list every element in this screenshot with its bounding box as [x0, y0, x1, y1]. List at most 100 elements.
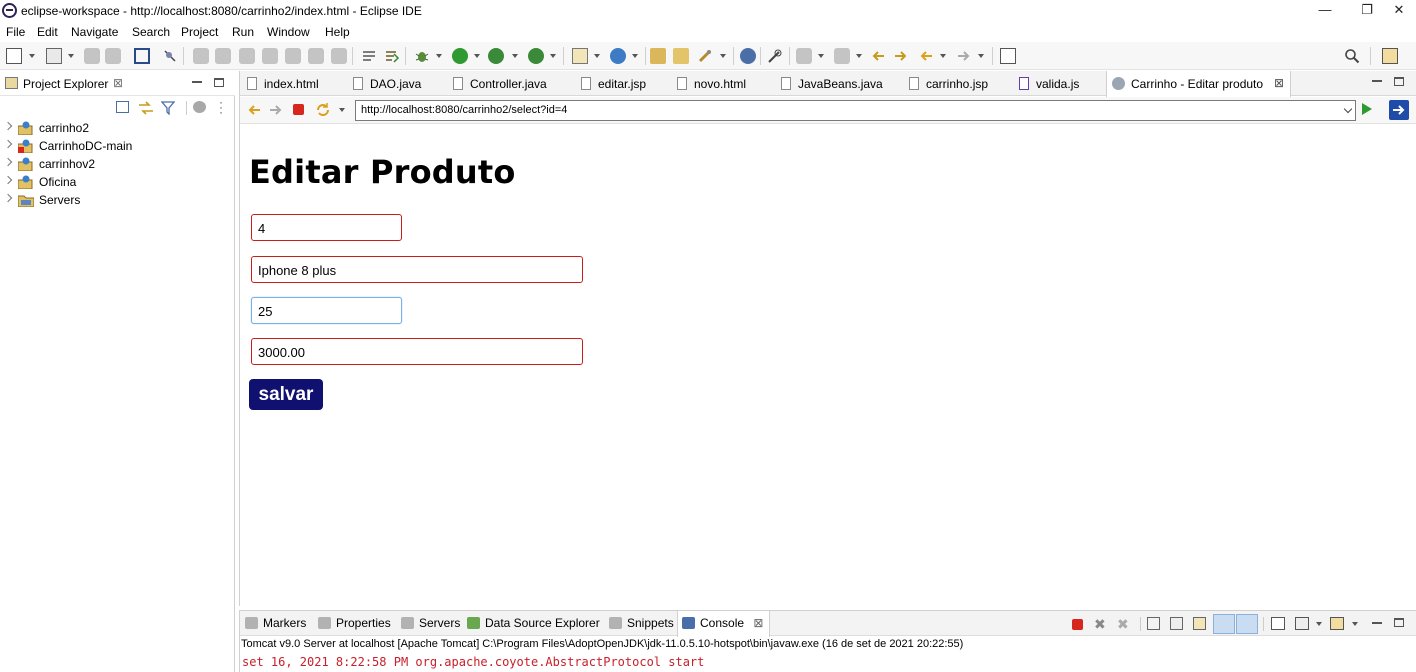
maximize-icon[interactable]: [1394, 77, 1404, 86]
tab-controller-java[interactable]: Controller.java: [446, 71, 574, 96]
expand-icon[interactable]: [3, 121, 13, 131]
pin-editor-icon[interactable]: [1000, 48, 1016, 64]
minimize-icon[interactable]: [192, 81, 202, 83]
suspend-icon[interactable]: [215, 48, 231, 64]
tab-console[interactable]: Console ⊠: [677, 611, 771, 637]
step-into-icon[interactable]: [285, 48, 301, 64]
minimize-icon[interactable]: [1372, 80, 1382, 82]
scroll-lock-icon[interactable]: [1170, 617, 1183, 630]
tab-carrinho-jsp[interactable]: carrinho.jsp: [902, 71, 1012, 96]
tab-properties[interactable]: Properties: [318, 616, 391, 630]
run-dropdown-icon[interactable]: [474, 54, 480, 58]
tab-markers[interactable]: Markers: [245, 616, 306, 630]
show-console-on-stdout-icon[interactable]: [1213, 614, 1235, 634]
next-annotation-dropdown-icon[interactable]: [818, 54, 824, 58]
tab-editar-jsp[interactable]: editar.jsp: [574, 71, 670, 96]
browser-back-icon[interactable]: [246, 102, 262, 121]
skip-breakpoints-icon[interactable]: [162, 48, 178, 64]
search-tool-icon[interactable]: [697, 48, 713, 64]
minimize-button[interactable]: —: [1302, 0, 1348, 22]
minimize-icon[interactable]: [1372, 622, 1382, 624]
go-icon[interactable]: [1362, 103, 1372, 115]
tree-item-carrinhov2[interactable]: carrinhov2: [0, 155, 232, 173]
url-history-dropdown-icon[interactable]: [1343, 104, 1353, 114]
expand-icon[interactable]: [3, 193, 13, 203]
tab-dao-java[interactable]: DAO.java: [346, 71, 446, 96]
terminate-icon[interactable]: [1072, 619, 1083, 630]
debug-icon[interactable]: [414, 48, 430, 64]
tree-item-carrinho2[interactable]: carrinho2: [0, 119, 232, 137]
menu-navigate[interactable]: Navigate: [71, 25, 118, 39]
new-java-package-icon[interactable]: [572, 48, 588, 64]
resume-icon[interactable]: [193, 48, 209, 64]
focus-on-active-task-icon[interactable]: [193, 101, 206, 113]
open-folder-icon[interactable]: [673, 48, 689, 64]
search-dropdown-icon[interactable]: [720, 54, 726, 58]
pin-console-icon[interactable]: [1271, 617, 1285, 630]
view-menu-icon[interactable]: · · ·: [219, 96, 223, 118]
expand-icon[interactable]: [3, 175, 13, 185]
menu-help[interactable]: Help: [325, 25, 350, 39]
save-all-icon[interactable]: [105, 48, 121, 64]
web-browser-icon[interactable]: [1389, 100, 1409, 120]
tab-snippets[interactable]: Snippets: [609, 616, 674, 630]
menu-run[interactable]: Run: [232, 25, 254, 39]
link-with-editor-icon[interactable]: [138, 101, 154, 118]
maximize-icon[interactable]: [1394, 618, 1404, 627]
tab-valida-js[interactable]: valida.js: [1012, 71, 1106, 96]
display-selected-console-icon[interactable]: [1295, 617, 1309, 630]
collapse-all-icon[interactable]: [116, 101, 129, 113]
url-input[interactable]: http://localhost:8080/carrinho2/select?i…: [355, 100, 1356, 121]
previous-annotation-icon[interactable]: [834, 48, 850, 64]
previous-annotation-dropdown-icon[interactable]: [856, 54, 862, 58]
menu-search[interactable]: Search: [132, 25, 170, 39]
tab-servers[interactable]: Servers: [401, 616, 460, 630]
menu-file[interactable]: File: [6, 25, 25, 39]
coverage-dropdown-icon[interactable]: [512, 54, 518, 58]
save-button[interactable]: salvar: [249, 379, 323, 410]
new-icon[interactable]: [6, 48, 22, 64]
quantity-field[interactable]: 25: [251, 297, 402, 324]
new-package-dropdown-icon[interactable]: [594, 54, 600, 58]
external-tools-dropdown-icon[interactable]: [550, 54, 556, 58]
expand-icon[interactable]: [3, 139, 13, 149]
display-console-dropdown-icon[interactable]: [1316, 622, 1322, 626]
expand-icon[interactable]: [3, 157, 13, 167]
tab-carrinho-editar-produto[interactable]: Carrinho - Editar produto ⊠: [1106, 71, 1291, 97]
tab-data-source-explorer[interactable]: Data Source Explorer: [467, 616, 600, 630]
new-class-dropdown-icon[interactable]: [632, 54, 638, 58]
refresh-icon[interactable]: [315, 102, 331, 121]
web-browser-icon[interactable]: [740, 48, 756, 64]
stop-icon[interactable]: [293, 104, 304, 115]
search-icon[interactable]: [1344, 48, 1360, 64]
step-over-icon[interactable]: [308, 48, 324, 64]
product-name-field[interactable]: Iphone 8 plus: [251, 256, 583, 283]
menu-edit[interactable]: Edit: [37, 25, 58, 39]
open-task-icon[interactable]: [767, 48, 783, 64]
menu-project[interactable]: Project: [181, 25, 218, 39]
next-edit-location-icon[interactable]: [893, 48, 909, 64]
back-dropdown-icon[interactable]: [940, 54, 946, 58]
close-button[interactable]: ✕: [1376, 0, 1416, 22]
external-tools-icon[interactable]: [528, 48, 544, 64]
remove-launch-icon[interactable]: ✖: [1094, 616, 1106, 633]
step-return-icon[interactable]: [331, 48, 347, 64]
browser-forward-icon[interactable]: [268, 102, 284, 121]
close-tab-icon[interactable]: ⊠: [1274, 76, 1284, 90]
new-java-class-icon[interactable]: [610, 48, 626, 64]
close-icon[interactable]: ⊠: [113, 76, 123, 90]
word-wrap-icon[interactable]: [1193, 617, 1206, 630]
filter-icon[interactable]: [160, 101, 176, 118]
tree-item-servers[interactable]: Servers: [0, 191, 232, 209]
use-step-filters-icon[interactable]: [361, 48, 377, 64]
terminate-icon[interactable]: [239, 48, 255, 64]
tab-index-html[interactable]: index.html: [240, 71, 344, 96]
open-type-icon[interactable]: [650, 48, 666, 64]
last-edit-location-icon[interactable]: [870, 48, 886, 64]
next-annotation-icon[interactable]: [796, 48, 812, 64]
id-field[interactable]: 4: [251, 214, 402, 241]
maximize-icon[interactable]: [214, 78, 224, 87]
tree-item-oficina[interactable]: Oficina: [0, 173, 232, 191]
save-icon[interactable]: [84, 48, 100, 64]
show-console-on-stderr-icon[interactable]: [1236, 614, 1258, 634]
